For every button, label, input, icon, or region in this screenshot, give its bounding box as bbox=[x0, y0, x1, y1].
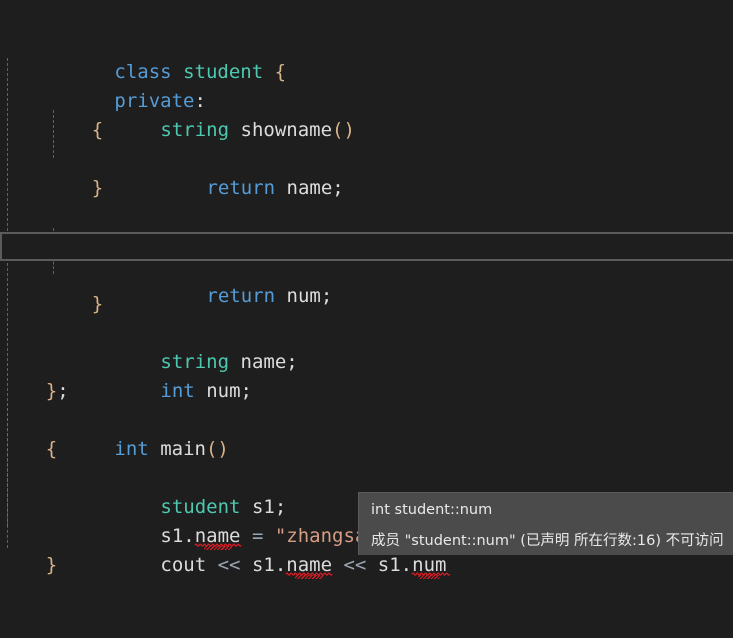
code-line-2[interactable]: private: bbox=[0, 29, 733, 112]
code-line-12[interactable]: int num; bbox=[0, 319, 733, 402]
code-line-9-current[interactable]: return num; bbox=[0, 232, 733, 307]
token-object-s1: s1. bbox=[251, 554, 287, 576]
code-line-13[interactable]: }; bbox=[0, 348, 733, 402]
token-object-s1: s1. bbox=[377, 554, 413, 576]
code-line-11[interactable]: string name; bbox=[0, 290, 733, 373]
code-line-15[interactable]: { bbox=[0, 406, 733, 460]
token-member-num-error: num bbox=[411, 551, 451, 580]
token-stream-operator: << bbox=[332, 554, 378, 576]
code-line-8[interactable]: { bbox=[0, 203, 733, 257]
code-line-16[interactable]: student s1; bbox=[0, 435, 733, 518]
tooltip-signature: int student::num bbox=[371, 502, 493, 518]
code-line-6[interactable]: } bbox=[0, 145, 733, 199]
token-identifier-cout: cout bbox=[160, 554, 207, 576]
tooltip-message: 成员 "student::num" (已声明 所在行数:16) 不可访问 bbox=[371, 533, 724, 549]
code-line-17[interactable]: s1.name = "zhangsan", s1.num = 40; bbox=[0, 464, 733, 547]
error-squiggle-icon bbox=[411, 572, 451, 576]
intellisense-error-tooltip: int student::num 成员 "student::num" (已声明 … bbox=[358, 492, 733, 555]
token-brace-close: } bbox=[45, 554, 58, 576]
code-line-10[interactable]: } bbox=[0, 261, 733, 315]
code-editor-surface[interactable]: class student { private: string showname… bbox=[0, 0, 733, 576]
code-line-14[interactable]: int main() bbox=[0, 377, 733, 460]
error-squiggle-icon bbox=[285, 572, 334, 576]
token-stream-operator: << bbox=[206, 554, 252, 576]
code-line-7[interactable]: int shownum() bbox=[0, 174, 733, 257]
code-line-1[interactable]: class student { bbox=[0, 0, 733, 83]
code-line-4[interactable]: { bbox=[0, 87, 733, 141]
code-line-5[interactable]: return name; bbox=[0, 116, 733, 199]
code-line-3[interactable]: string showname() bbox=[0, 58, 733, 141]
token-member-name-error: name bbox=[285, 551, 334, 580]
